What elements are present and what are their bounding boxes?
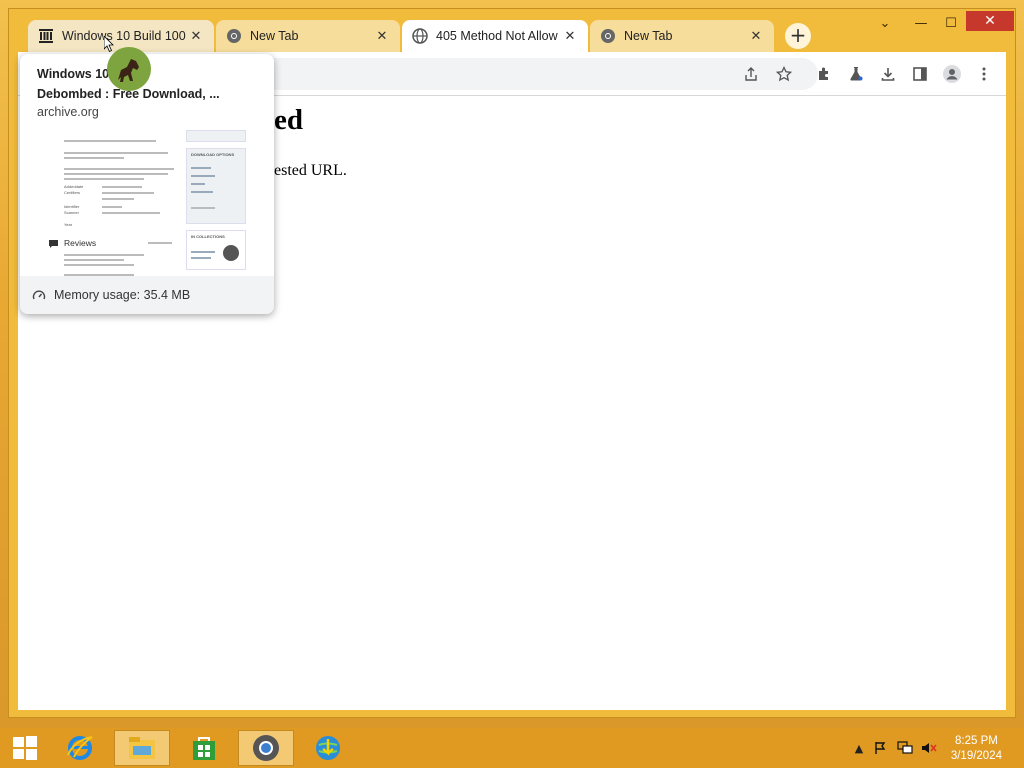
chrome-icon: [253, 735, 279, 761]
maximize-button[interactable]: ☐: [936, 12, 966, 34]
address-bar[interactable]: [258, 58, 818, 90]
bookmark-star-icon[interactable]: [774, 64, 794, 84]
show-hidden-icons-icon[interactable]: ▲: [851, 741, 867, 755]
tab-405-method-not-allowed[interactable]: 405 Method Not Allow ✕: [402, 20, 588, 52]
preview-meta-row: Addeddate: [64, 184, 84, 189]
memory-gauge-icon: [32, 290, 46, 300]
menu-kebab-icon[interactable]: [974, 64, 994, 84]
tab-title: 405 Method Not Allow: [436, 29, 558, 43]
hover-card-domain: archive.org: [37, 105, 99, 119]
horse-avatar-icon: [107, 47, 151, 91]
tab-hover-card: Windows 10 10009 Debombed : Free Downloa…: [20, 54, 274, 314]
tab-new-tab-2[interactable]: New Tab ✕: [590, 20, 774, 52]
profile-avatar-icon[interactable]: [942, 64, 962, 84]
side-panel-icon[interactable]: [910, 64, 930, 84]
taskbar: ▲ 8:25 PM 3/19/2024: [0, 728, 1024, 768]
clock[interactable]: 8:25 PM 3/19/2024: [951, 734, 1002, 764]
page-message: ested URL.: [274, 162, 347, 179]
preview-meta-row: Identifier: [64, 204, 80, 209]
folder-icon: [129, 737, 155, 759]
chrome-taskbar-button[interactable]: [238, 730, 294, 766]
tab-close-icon[interactable]: ✕: [188, 29, 204, 44]
action-center-flag-icon[interactable]: [873, 741, 889, 755]
hover-card-preview: Addeddate Certifiers Identifier Scanner …: [20, 126, 274, 276]
download-icon[interactable]: [878, 64, 898, 84]
tab-new-tab[interactable]: New Tab ✕: [216, 20, 400, 52]
clock-time: 8:25 PM: [955, 735, 998, 747]
memory-usage-text: Memory usage: 35.4 MB: [54, 288, 191, 302]
tab-close-icon[interactable]: ✕: [562, 29, 578, 44]
minimize-button[interactable]: —: [906, 12, 936, 34]
preview-meta-row: Scanner: [64, 210, 79, 215]
preview-in-collections: IN COLLECTIONS: [191, 234, 225, 239]
page-heading: ed: [274, 104, 303, 136]
globe-icon: [412, 28, 428, 44]
tab-close-icon[interactable]: ✕: [374, 29, 390, 44]
volume-muted-icon[interactable]: [921, 741, 937, 755]
labs-flask-icon[interactable]: [846, 64, 866, 84]
new-tab-button[interactable]: +: [785, 23, 811, 49]
file-explorer-taskbar-button[interactable]: [114, 730, 170, 766]
store-icon: [193, 737, 215, 760]
windows-logo-icon: [13, 736, 37, 760]
download-manager-globe-icon: [316, 736, 340, 760]
tab-close-icon[interactable]: ✕: [748, 29, 764, 44]
preview-meta-row: Year: [64, 222, 73, 227]
clock-date: 3/19/2024: [950, 750, 1002, 762]
extensions-icon[interactable]: [814, 64, 834, 84]
hover-card-footer: Memory usage: 35.4 MB: [20, 276, 274, 314]
speech-bubble-icon: [49, 240, 58, 248]
preview-download-options: DOWNLOAD OPTIONS: [191, 152, 235, 157]
chrome-icon: [227, 29, 241, 43]
preview-meta-row: Certifiers: [64, 190, 81, 195]
close-window-button[interactable]: ✕: [966, 11, 1014, 31]
tab-title: Windows 10 Build 100: [62, 29, 186, 43]
start-button[interactable]: [0, 730, 50, 766]
tab-search-button[interactable]: ⌄: [870, 12, 900, 34]
tab-title: New Tab: [624, 29, 673, 43]
internet-explorer-taskbar-button[interactable]: [52, 730, 108, 766]
store-taskbar-button[interactable]: [176, 730, 232, 766]
chrome-icon: [601, 29, 615, 43]
internet-explorer-icon: [67, 736, 93, 760]
archive-icon: [39, 29, 53, 43]
share-icon[interactable]: [741, 64, 761, 84]
preview-reviews-label: Reviews: [64, 238, 97, 248]
internet-download-manager-taskbar-button[interactable]: [300, 730, 356, 766]
tab-title: New Tab: [250, 29, 299, 43]
network-icon[interactable]: [897, 741, 913, 755]
